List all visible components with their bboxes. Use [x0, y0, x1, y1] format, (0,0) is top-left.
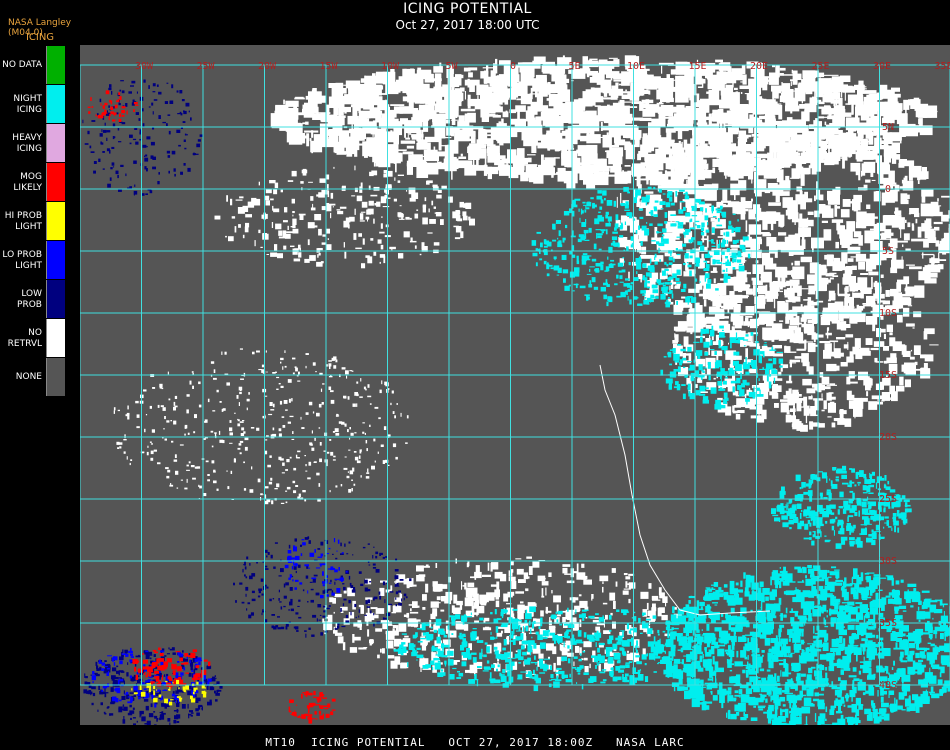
map-panel: 30W 25W 20W 15W 10W 5W 0 5E 10E 15E 20E 25E 30E 35E 5N…	[80, 45, 950, 725]
latitude-label: 20S	[879, 432, 897, 443]
legend-swatch	[46, 85, 65, 123]
latitude-label: 35S	[879, 618, 897, 629]
latitude-label: 10S	[879, 308, 897, 319]
legend-swatch	[46, 163, 65, 201]
longitude-label: 25W	[196, 61, 215, 72]
legend-item: NONE	[0, 358, 66, 397]
longitude-label: 10W	[381, 61, 400, 72]
map-subtitle: Oct 27, 2017 18:00 UTC	[395, 18, 540, 32]
map-title: ICING POTENTIAL	[403, 1, 532, 17]
latitude-label: 5S	[882, 246, 894, 257]
icing-map: 30W 25W 20W 15W 10W 5W 0 5E 10E 15E 20E 25E 30E 35E 5N…	[80, 45, 950, 725]
longitude-label: 20E	[750, 61, 768, 72]
latitude-label: 5N	[882, 122, 894, 133]
longitude-label: 0	[510, 61, 516, 72]
latitude-label: 15S	[879, 370, 897, 381]
latitude-label: 30S	[879, 556, 897, 567]
legend-swatch	[46, 319, 65, 357]
longitude-label: 20W	[258, 61, 277, 72]
longitude-label: 5W	[445, 61, 458, 72]
legend-swatch	[46, 202, 65, 240]
legend-item: HI PROB LIGHT	[0, 202, 66, 241]
legend-label: HI PROB LIGHT	[4, 210, 42, 232]
legend-item: MOG LIKELY	[0, 163, 66, 202]
legend-swatch	[46, 124, 65, 162]
latitude-label: 40S	[879, 680, 897, 691]
legend-label: LO PROB LIGHT	[2, 249, 42, 271]
longitude-label: 5E	[568, 61, 580, 72]
legend-label: MOG LIKELY	[13, 171, 42, 193]
legend-label: HEAVY ICING	[12, 132, 42, 154]
longitude-label: 15E	[688, 61, 706, 72]
legend-item: NIGHT ICING	[0, 85, 66, 124]
longitude-label: 30E	[873, 61, 891, 72]
legend-label: NONE	[15, 372, 42, 382]
legend-swatch	[46, 241, 65, 279]
legend-item: LOW PROB	[0, 280, 66, 319]
legend-swatch	[46, 46, 65, 84]
legend-swatch	[46, 280, 65, 318]
legend-swatch	[46, 358, 65, 396]
legend-label: NO DATA	[2, 60, 42, 70]
longitude-label: 10E	[627, 61, 645, 72]
legend-title: ICING	[25, 32, 55, 43]
latitude-label: 25S	[879, 494, 897, 505]
longitude-label: 35E	[934, 61, 950, 72]
legend-item: HEAVY ICING	[0, 124, 66, 163]
legend-item: LO PROB LIGHT	[0, 241, 66, 280]
legend-item: NO RETRVL	[0, 319, 66, 358]
longitude-label: 30W	[135, 61, 154, 72]
longitude-label: 15W	[319, 61, 338, 72]
latitude-label: 0	[885, 184, 891, 195]
legend-label: LOW PROB	[17, 288, 42, 310]
legend-label: NO RETRVL	[7, 327, 42, 349]
legend-item: NO DATA	[0, 46, 66, 85]
color-legend: NO DATA NIGHT ICING HEAVY ICING MOG LIKELY H…	[0, 46, 66, 397]
longitude-label: 25E	[811, 61, 829, 72]
footer-caption: MT10 ICING POTENTIAL OCT 27, 2017 18:00Z…	[265, 736, 685, 749]
legend-label: NIGHT ICING	[13, 93, 42, 115]
